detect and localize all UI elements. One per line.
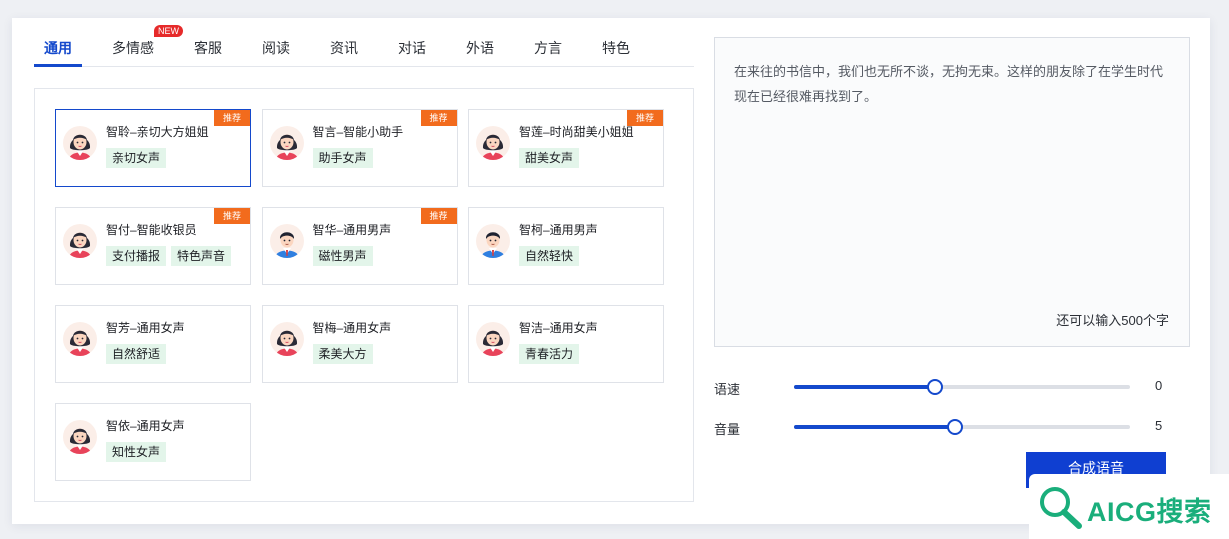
voice-tag: 甜美女声	[519, 148, 580, 168]
recommended-badge: 推荐	[214, 110, 250, 126]
voice-name: 智聆–亲切大方姐姐	[106, 125, 209, 139]
volume-label: 音量	[714, 422, 741, 437]
voice-tag: 特色声音	[171, 246, 232, 266]
voice-tag: 知性女声	[106, 442, 167, 462]
tab-dialect[interactable]: 方言	[534, 38, 562, 58]
female-avatar-icon	[269, 322, 304, 356]
volume-slider-fill	[794, 425, 956, 429]
voice-card[interactable]: 智洁–通用女声青春活力	[468, 305, 664, 383]
text-content[interactable]: 在来往的书信中，我们也无所不谈，无拘无束。这样的朋友除了在学生时代现在已经很难再…	[734, 59, 1174, 109]
male-avatar-icon	[269, 224, 304, 258]
tab-foreign-language[interactable]: 外语	[466, 38, 494, 58]
voice-tag: 青春活力	[519, 344, 580, 364]
voice-tag: 自然轻快	[519, 246, 580, 266]
magnifier-icon	[1040, 487, 1082, 529]
char-count: 还可以输入500个字	[1056, 313, 1169, 328]
text-input[interactable]: 在来往的书信中，我们也无所不谈，无拘无束。这样的朋友除了在学生时代现在已经很难再…	[714, 37, 1190, 347]
voice-list: 智聆–亲切大方姐姐 亲切女声 推荐 智言–智能小助手 助手女声 推荐 智莲–时尚甜美小姐姐甜…	[34, 88, 694, 502]
voice-name: 智付–智能收银员	[106, 223, 197, 237]
speed-slider[interactable]	[794, 379, 1130, 395]
tab-customer-service[interactable]: 客服	[194, 38, 222, 58]
voice-name: 智言–智能小助手	[312, 125, 404, 139]
female-avatar-icon	[63, 126, 97, 160]
recommended-badge: 推荐	[420, 208, 457, 224]
voice-name: 智梅–通用女声	[312, 321, 392, 335]
recommended-badge: 推荐	[627, 110, 663, 126]
watermark-text: AICG搜索	[1087, 497, 1212, 527]
voice-name: 智柯–通用男声	[519, 223, 598, 237]
tab-dialogue[interactable]: 对话	[398, 38, 426, 58]
female-avatar-icon	[63, 420, 97, 454]
female-avatar-icon	[63, 322, 97, 356]
voice-card[interactable]: 智付–智能收银员支付播报 特色声音 推荐	[55, 207, 251, 285]
female-avatar-icon	[269, 126, 304, 160]
voice-card[interactable]: 智芳–通用女声自然舒适	[55, 305, 251, 383]
tab-special[interactable]: 特色	[602, 38, 630, 58]
voice-tag: 助手女声	[312, 148, 373, 168]
voice-card[interactable]: 智聆–亲切大方姐姐亲切女声 推荐	[55, 109, 251, 187]
recommended-badge: 推荐	[420, 110, 457, 126]
speed-value: 0	[1155, 378, 1163, 393]
voice-tag: 柔美大方	[312, 344, 373, 364]
recommended-badge: 推荐	[214, 208, 250, 224]
voice-card[interactable]: 智言–智能小助手助手女声 推荐	[261, 109, 458, 187]
voice-name: 智芳–通用女声	[106, 321, 185, 335]
tab-general[interactable]: 通用	[44, 38, 72, 58]
new-badge: NEW	[154, 25, 183, 37]
tts-panel: 通用 多情感 NEW 客服 阅读 资讯 对话 外语 方言 特色 智聆–亲切大方姐…	[12, 18, 1210, 524]
tab-news[interactable]: 资讯	[330, 38, 358, 58]
volume-slider[interactable]	[794, 419, 1130, 435]
male-avatar-icon	[476, 224, 510, 258]
volume-slider-thumb[interactable]	[947, 419, 964, 435]
volume-value: 5	[1155, 418, 1163, 433]
voice-card[interactable]: 智莲–时尚甜美小姐姐甜美女声 推荐	[468, 109, 664, 187]
voice-tag: 支付播报	[106, 246, 167, 266]
voice-card[interactable]: 智依–通用女声知性女声	[55, 403, 251, 481]
speed-label: 语速	[714, 382, 741, 397]
voice-name: 智华–通用男声	[312, 223, 392, 237]
voice-name: 智依–通用女声	[106, 419, 185, 433]
tab-reading[interactable]: 阅读	[262, 38, 290, 58]
voice-name: 智洁–通用女声	[519, 321, 598, 335]
category-tabs: 通用 多情感 NEW 客服 阅读 资讯 对话 外语 方言 特色	[34, 18, 694, 67]
female-avatar-icon	[63, 224, 97, 258]
voice-tag: 亲切女声	[106, 148, 167, 168]
voice-name: 智莲–时尚甜美小姐姐	[519, 125, 634, 139]
voice-card[interactable]: 智华–通用男声磁性男声 推荐	[261, 207, 458, 285]
tab-multi-emotion[interactable]: 多情感	[112, 38, 154, 58]
voice-tag: 磁性男声	[312, 246, 373, 266]
active-tab-indicator	[34, 64, 82, 67]
voice-card[interactable]: 智柯–通用男声自然轻快	[468, 207, 664, 285]
female-avatar-icon	[476, 322, 510, 356]
speed-slider-fill	[794, 385, 936, 389]
voice-card[interactable]: 智梅–通用女声柔美大方	[261, 305, 458, 383]
speed-slider-thumb[interactable]	[927, 379, 944, 395]
watermark: AICG搜索	[1029, 474, 1229, 539]
female-avatar-icon	[476, 126, 510, 160]
voice-tag: 自然舒适	[106, 344, 167, 364]
